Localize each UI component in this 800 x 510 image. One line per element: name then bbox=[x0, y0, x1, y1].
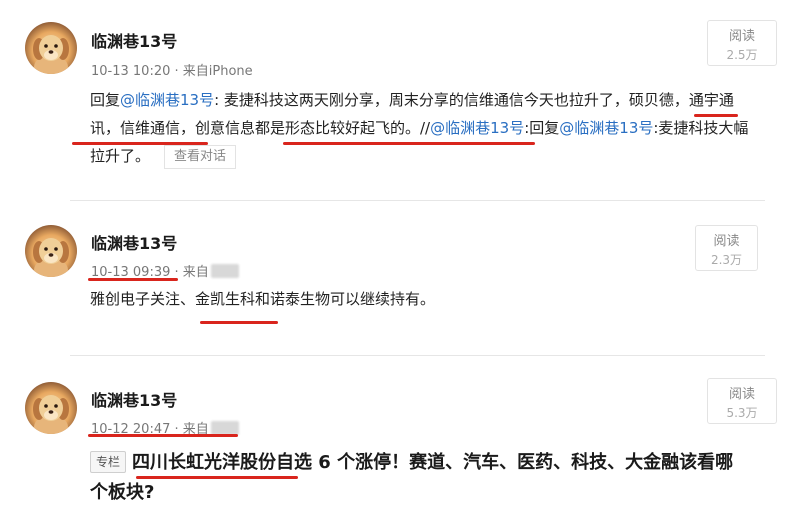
annotation-underline bbox=[136, 476, 298, 479]
post-time[interactable]: 10-13 10:20 bbox=[91, 64, 170, 79]
read-label: 阅读 bbox=[728, 29, 755, 44]
read-count-box: 阅读 5.3万 bbox=[707, 378, 777, 424]
read-label: 阅读 bbox=[713, 234, 740, 249]
post-body: 雅创电子关注、金凯生科和诺泰生物可以继续持有。 bbox=[90, 290, 436, 308]
column-tag: 专栏 bbox=[90, 451, 127, 473]
post-body: 回复@临渊巷13号: 麦捷科技这两天刚分享，周末分享的信维通信今天也拉升了，硕贝… bbox=[90, 86, 750, 170]
read-count: 2.5万 bbox=[726, 48, 758, 62]
blurred-source bbox=[210, 264, 239, 278]
read-count-box: 阅读 2.5万 bbox=[707, 20, 777, 66]
annotation-underline bbox=[72, 142, 208, 145]
dog-avatar-icon bbox=[25, 22, 77, 74]
author-name[interactable]: 临渊巷13号 bbox=[91, 230, 177, 254]
source-prefix: · 来自 bbox=[174, 265, 209, 280]
annotation-underline bbox=[283, 142, 535, 145]
mention-link[interactable]: @临渊巷13号 bbox=[430, 119, 524, 137]
annotation-underline bbox=[694, 114, 738, 117]
dog-avatar-icon bbox=[25, 225, 77, 277]
reply-prefix: 回复 bbox=[90, 91, 121, 109]
feed-post-2: 临渊巷13号 10-13 09:39 · 来自 阅读 2.3万 雅创电子关注、金… bbox=[0, 205, 800, 353]
mention-link[interactable]: @临渊巷13号 bbox=[120, 91, 214, 109]
author-name[interactable]: 临渊巷13号 bbox=[91, 387, 177, 411]
read-count-box: 阅读 2.3万 bbox=[695, 225, 758, 271]
avatar[interactable] bbox=[25, 382, 77, 434]
read-count: 2.3万 bbox=[710, 253, 743, 267]
post-source: iPhone bbox=[208, 64, 253, 79]
blurred-source bbox=[210, 421, 239, 435]
source-prefix: · 来自 bbox=[174, 64, 209, 79]
read-count: 5.3万 bbox=[726, 406, 758, 420]
body-text: :回复 bbox=[524, 119, 560, 137]
divider bbox=[70, 200, 765, 201]
annotation-underline bbox=[88, 434, 238, 437]
annotation-underline bbox=[88, 278, 178, 281]
dog-avatar-icon bbox=[25, 382, 77, 434]
read-label: 阅读 bbox=[728, 387, 755, 402]
divider bbox=[70, 355, 765, 356]
avatar[interactable] bbox=[25, 22, 77, 74]
mention-link[interactable]: @临渊巷13号 bbox=[559, 119, 653, 137]
author-name[interactable]: 临渊巷13号 bbox=[91, 28, 177, 52]
feed-post-1: 临渊巷13号 10-13 10:20 · 来自iPhone 阅读 2.5万 回复… bbox=[0, 0, 800, 198]
annotation-underline bbox=[200, 321, 278, 324]
post-meta: 10-13 10:20 · 来自iPhone bbox=[91, 60, 253, 79]
feed-post-3: 临渊巷13号 10-12 20:47 · 来自 阅读 5.3万 专栏 四川长虹光洋… bbox=[0, 360, 800, 510]
avatar[interactable] bbox=[25, 225, 77, 277]
view-dialog-button[interactable]: 查看对话 bbox=[164, 145, 237, 169]
